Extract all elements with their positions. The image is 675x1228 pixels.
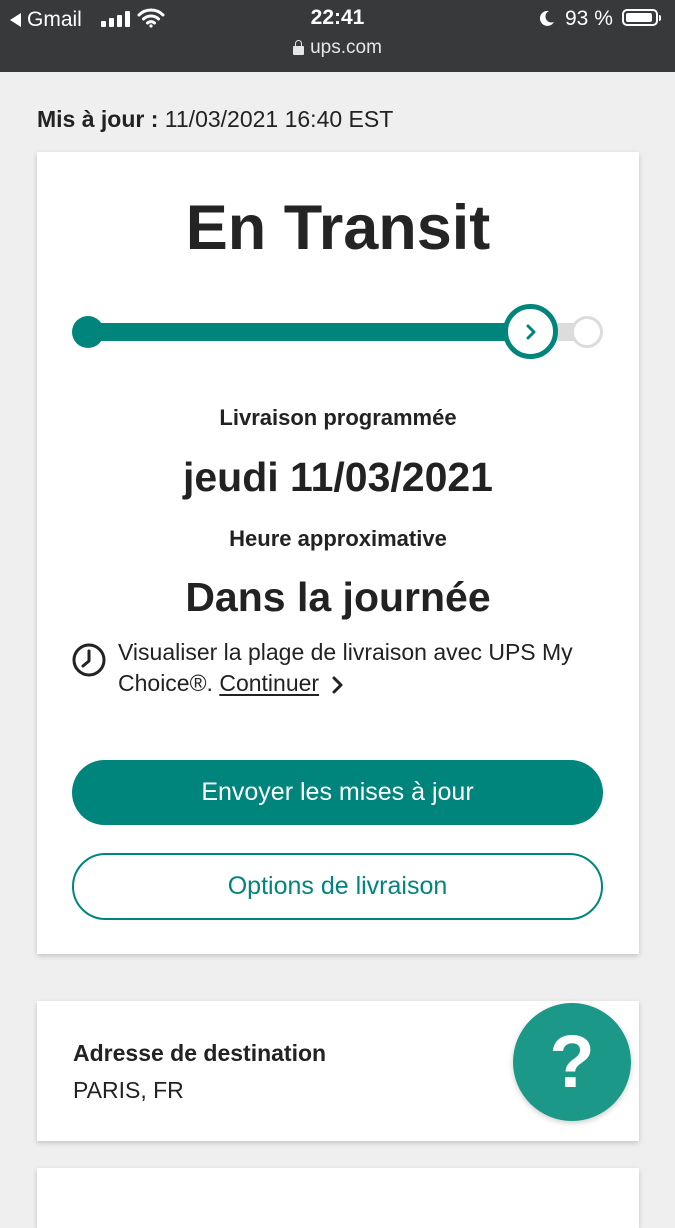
send-updates-button[interactable]: Envoyer les mises à jour (72, 760, 603, 825)
chevron-right-icon (526, 324, 535, 339)
delivery-options-button[interactable]: Options de livraison (72, 853, 603, 920)
shipment-status: En Transit (185, 193, 491, 263)
progress-bar-filled (88, 323, 508, 341)
destination-value: PARIS, FR (73, 1077, 184, 1103)
url-text: ups.com (310, 37, 382, 58)
scheduled-date: jeudi 11/03/2021 (182, 454, 493, 500)
destination-label: Adresse de destination (73, 1040, 327, 1066)
continue-link-label: Continuer (219, 670, 320, 696)
battery-icon (622, 9, 661, 26)
address-bar[interactable]: ups.com (0, 37, 675, 59)
lock-icon (293, 39, 305, 55)
progress-step-start (72, 316, 104, 348)
time-label: Heure approximative (229, 526, 447, 551)
battery-percent: 93 % (565, 7, 613, 30)
time-window: Dans la journée (185, 574, 491, 620)
next-card (37, 1168, 639, 1228)
progress-step-current (503, 304, 558, 359)
continue-link[interactable]: Continuer (219, 670, 319, 696)
clock-icon (72, 643, 106, 677)
last-updated-value: 11/03/2021 16:40 EST (164, 106, 394, 132)
battery-fill (626, 13, 653, 22)
question-icon: ? (549, 1020, 595, 1103)
scheduled-label: Livraison programmée (219, 405, 457, 430)
progress-step-end (571, 316, 603, 348)
last-updated: Mis à jour : 11/03/2021 16:40 EST (37, 106, 393, 133)
status-bar: Gmail 22:41 ups.com 93 % (0, 0, 675, 72)
tracking-card (37, 152, 639, 954)
last-updated-label: Mis à jour : (37, 106, 159, 132)
moon-icon (539, 10, 554, 26)
chevron-right-icon[interactable] (331, 675, 345, 695)
my-choice-text: Visualiser la plage de livraison avec UP… (118, 637, 598, 699)
help-button[interactable]: ? (513, 1003, 631, 1121)
